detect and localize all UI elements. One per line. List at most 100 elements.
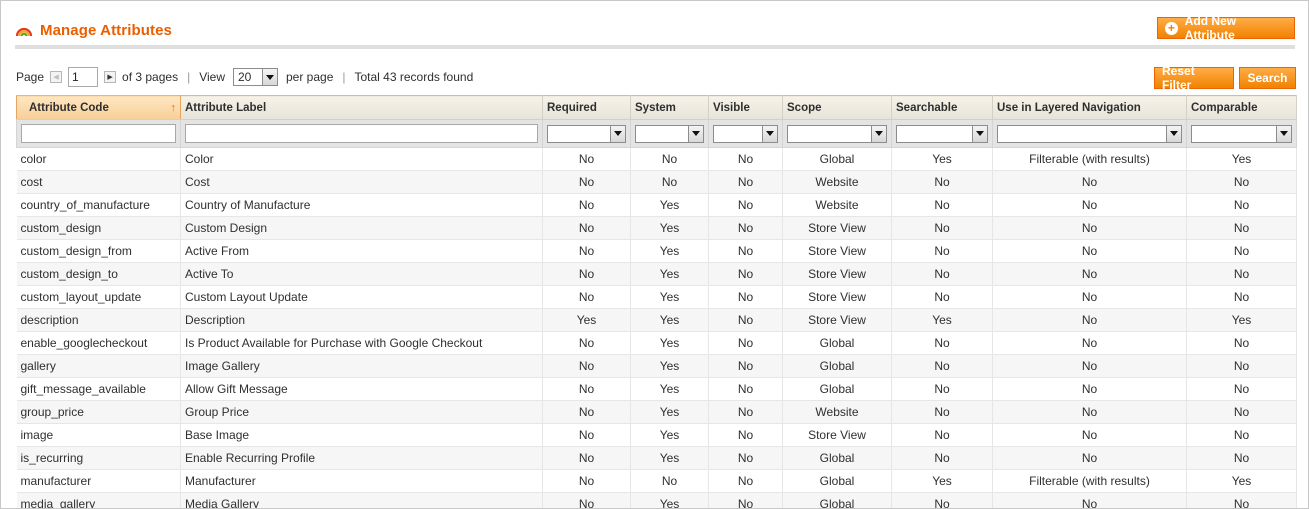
column-header-attribute-code[interactable]: Attribute Code ↑: [16, 95, 181, 120]
table-row[interactable]: cost Cost No No No Website No No No: [16, 170, 1297, 194]
searchable-cell: No: [891, 193, 993, 217]
total-records: Total 43 records found: [354, 70, 474, 84]
table-row[interactable]: media_gallery Media Gallery No Yes No Global N…: [16, 492, 1297, 508]
table-row[interactable]: gallery Image Gallery No Yes No Global No No No: [16, 354, 1297, 378]
table-row[interactable]: country_of_manufacture Country of Manufac…: [16, 193, 1297, 217]
required-cell: No: [542, 354, 631, 378]
table-row[interactable]: custom_layout_update Custom Layout Update…: [16, 285, 1297, 309]
visible-cell: No: [708, 262, 783, 286]
comparable-cell: No: [1186, 193, 1297, 217]
per-page-select[interactable]: 20: [233, 68, 278, 86]
column-header-layered-navigation[interactable]: Use in Layered Navigation: [992, 95, 1187, 120]
searchable-cell: Yes: [891, 469, 993, 493]
plus-circle-icon: +: [1165, 21, 1178, 35]
required-filter-select[interactable]: [547, 124, 626, 143]
scope-filter-select[interactable]: [787, 124, 887, 143]
attribute-code-cell: is_recurring: [16, 446, 181, 470]
system-cell: Yes: [630, 262, 709, 286]
add-new-attribute-button[interactable]: + Add New Attribute: [1157, 14, 1295, 42]
attribute-label-cell: Cost: [180, 170, 543, 194]
column-header-searchable[interactable]: Searchable: [891, 95, 993, 120]
table-row[interactable]: custom_design_from Active From No Yes No Stor…: [16, 239, 1297, 263]
table-row[interactable]: manufacturer Manufacturer No No No Global Yes F…: [16, 469, 1297, 493]
column-header-scope[interactable]: Scope: [782, 95, 892, 120]
searchable-cell: No: [891, 262, 993, 286]
attribute-label-cell: Image Gallery: [180, 354, 543, 378]
table-row[interactable]: custom_design Custom Design No Yes No Store V…: [16, 216, 1297, 240]
page-number-input[interactable]: [68, 67, 99, 87]
scope-cell: Store View: [782, 262, 892, 286]
title-wrap: Manage Attributes: [15, 21, 172, 39]
attribute-label-filter-input[interactable]: [185, 124, 538, 143]
layered-navigation-cell: No: [992, 285, 1187, 309]
system-filter-select[interactable]: [635, 124, 704, 143]
required-cell: No: [542, 170, 631, 194]
attribute-code-cell: custom_design_from: [16, 239, 181, 263]
layered-navigation-cell: No: [992, 262, 1187, 286]
comparable-filter-select[interactable]: [1191, 124, 1292, 143]
reset-filter-button[interactable]: Reset Filter: [1154, 64, 1234, 92]
visible-filter-select[interactable]: [713, 124, 778, 143]
attribute-code-cell: manufacturer: [16, 469, 181, 493]
next-page-icon[interactable]: ▶: [104, 71, 117, 83]
per-page-value: 20: [238, 70, 252, 84]
attribute-code-cell: custom_design: [16, 216, 181, 240]
layered-navigation-cell: No: [992, 354, 1187, 378]
visible-cell: No: [708, 147, 783, 171]
filter-cell: [708, 119, 783, 148]
filter-row: [16, 119, 1297, 148]
visible-cell: No: [708, 239, 783, 263]
scope-cell: Website: [782, 193, 892, 217]
table-row[interactable]: is_recurring Enable Recurring Profile No Ye…: [16, 446, 1297, 470]
attribute-label-cell: Active From: [180, 239, 543, 263]
table-row[interactable]: gift_message_available Allow Gift Message…: [16, 377, 1297, 401]
column-header-comparable[interactable]: Comparable: [1186, 95, 1297, 120]
sort-asc-arrow-icon: ↑: [170, 101, 177, 114]
layered-navigation-filter-select[interactable]: [997, 124, 1182, 143]
required-cell: No: [542, 331, 631, 355]
system-cell: Yes: [630, 285, 709, 309]
table-row[interactable]: group_price Group Price No Yes No Website No No…: [16, 400, 1297, 424]
required-cell: No: [542, 469, 631, 493]
required-cell: No: [542, 446, 631, 470]
attribute-label-cell: Manufacturer: [180, 469, 543, 493]
scope-cell: Global: [782, 446, 892, 470]
attribute-code-filter-input[interactable]: [21, 124, 176, 143]
searchable-filter-select[interactable]: [896, 124, 988, 143]
column-header-visible[interactable]: Visible: [708, 95, 783, 120]
comparable-cell: No: [1186, 400, 1297, 424]
page-title: Manage Attributes: [40, 21, 172, 39]
comparable-cell: No: [1186, 331, 1297, 355]
layered-navigation-cell: No: [992, 239, 1187, 263]
comparable-cell: Yes: [1186, 308, 1297, 332]
layered-navigation-cell: No: [992, 492, 1187, 508]
chevron-down-icon: [610, 125, 625, 142]
searchable-cell: No: [891, 446, 993, 470]
attribute-code-cell: description: [16, 308, 181, 332]
required-cell: No: [542, 216, 631, 240]
required-cell: No: [542, 193, 631, 217]
scope-cell: Store View: [782, 308, 892, 332]
table-row[interactable]: image Base Image No Yes No Store View No No No: [16, 423, 1297, 447]
column-header-required[interactable]: Required: [542, 95, 631, 120]
required-cell: Yes: [542, 308, 631, 332]
column-header-system[interactable]: System: [630, 95, 709, 120]
table-row[interactable]: enable_googlecheckout Is Product Availabl…: [16, 331, 1297, 355]
attribute-code-cell: gift_message_available: [16, 377, 181, 401]
search-button[interactable]: Search: [1239, 67, 1296, 89]
attributes-table: Attribute Code ↑ Attribute Label Require…: [16, 95, 1297, 508]
page-header: Manage Attributes + Add New Attribute: [15, 14, 1295, 49]
table-row[interactable]: custom_design_to Active To No Yes No Store Vi…: [16, 262, 1297, 286]
table-row[interactable]: color Color No No No Global Yes Filterable (wit…: [16, 147, 1297, 171]
attribute-label-cell: Color: [180, 147, 543, 171]
attribute-label-cell: Media Gallery: [180, 492, 543, 508]
column-header-attribute-label[interactable]: Attribute Label: [180, 95, 543, 120]
table-row[interactable]: description Description Yes Yes No Store View…: [16, 308, 1297, 332]
searchable-cell: No: [891, 239, 993, 263]
searchable-cell: No: [891, 400, 993, 424]
attributes-grid: Attribute Code ↑ Attribute Label Require…: [16, 95, 1297, 508]
attribute-label-cell: Description: [180, 308, 543, 332]
comparable-cell: No: [1186, 285, 1297, 309]
previous-page-icon[interactable]: ◀: [50, 71, 63, 83]
visible-cell: No: [708, 354, 783, 378]
